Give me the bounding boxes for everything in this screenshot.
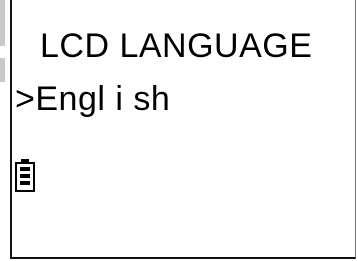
- lcd-screen: LCD LANGUAGE >Engl i sh: [10, 0, 356, 259]
- side-tab-top: [0, 0, 5, 46]
- battery-icon: [15, 159, 35, 192]
- selection-marker: >: [15, 80, 36, 118]
- menu-title: LCD LANGUAGE: [40, 27, 313, 65]
- selected-language: Engl i sh: [35, 80, 171, 118]
- language-option[interactable]: >Engl i sh: [15, 82, 170, 116]
- side-tab-middle: [0, 58, 5, 82]
